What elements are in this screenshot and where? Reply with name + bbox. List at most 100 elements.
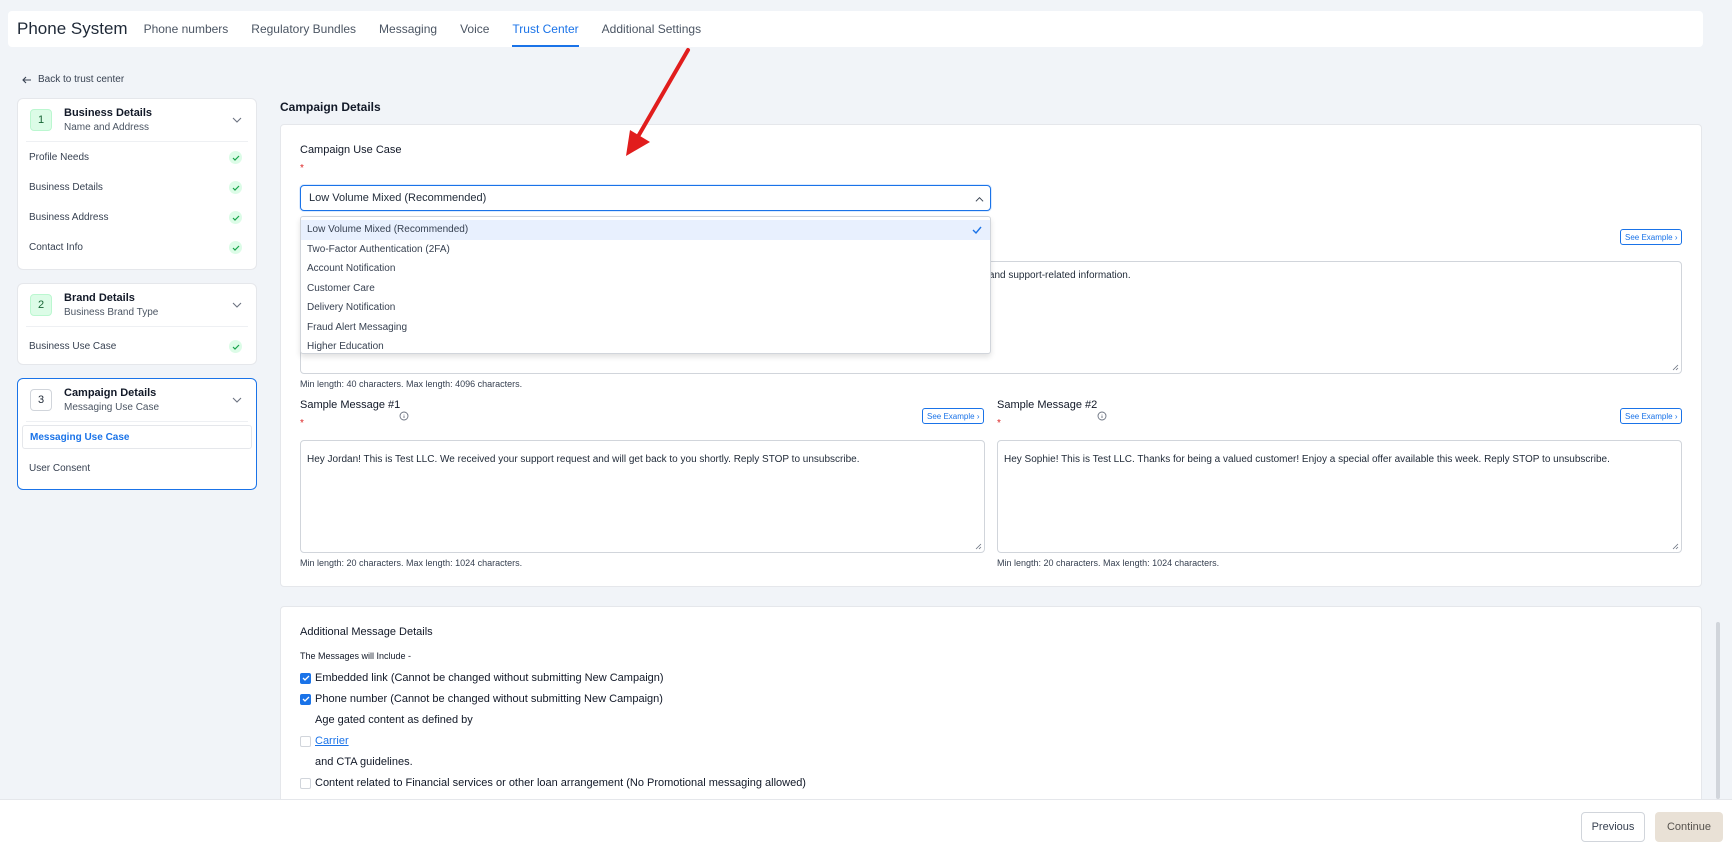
chevron-down-icon xyxy=(232,117,242,123)
see-example-button-sample-2[interactable]: See Example › xyxy=(1620,408,1683,424)
step-item-user-consent[interactable]: User Consent xyxy=(18,453,256,483)
age-gated-text: Age gated content as defined by xyxy=(315,714,473,726)
carrier-link[interactable]: Carrier xyxy=(315,735,349,747)
arrow-left-icon xyxy=(22,76,31,83)
embedded-link-checkbox[interactable] xyxy=(300,672,311,684)
step-card-business-details: 1 Business Details Name and Address Prof… xyxy=(17,98,257,270)
financial-row: Content related to Financial services or… xyxy=(300,777,806,789)
see-example-button-sample-1[interactable]: See Example › xyxy=(922,408,985,424)
tab-messaging[interactable]: Messaging xyxy=(379,11,437,47)
dropdown-option[interactable]: Fraud Alert Messaging xyxy=(301,318,990,338)
dropdown-option[interactable]: Higher Education xyxy=(301,337,990,357)
step-title: Brand Details xyxy=(64,292,135,304)
step-header-brand-details[interactable]: 2 Brand Details Business Brand Type xyxy=(18,284,256,326)
see-example-button-description[interactable]: See Example › xyxy=(1620,229,1683,245)
app-title: Phone System xyxy=(17,19,128,38)
step-item-label: Business Address xyxy=(29,211,109,223)
step-item-business-address[interactable]: Business Address xyxy=(18,202,256,232)
embedded-link-row: Embedded link (Cannot be changed without… xyxy=(300,672,664,684)
campaign-use-case-label: Campaign Use Case xyxy=(300,144,402,156)
step-title: Campaign Details xyxy=(64,387,157,399)
back-to-trust-center-link[interactable]: Back to trust center xyxy=(22,74,124,85)
sample-message-1-label: Sample Message #1 xyxy=(300,399,401,411)
step-card-campaign-details: 3 Campaign Details Messaging Use Case Me… xyxy=(17,378,257,490)
sample-message-1-text: Hey Jordan! This is Test LLC. We receive… xyxy=(307,454,860,465)
tab-phone-numbers[interactable]: Phone numbers xyxy=(144,11,229,47)
financial-label: Content related to Financial services or… xyxy=(315,777,806,789)
check-circle-icon xyxy=(229,181,242,194)
see-example-label: See Example xyxy=(1625,411,1673,421)
check-icon xyxy=(972,226,982,235)
see-example-label: See Example xyxy=(1625,232,1673,242)
cta-guidelines-text: and CTA guidelines. xyxy=(315,756,413,768)
info-icon xyxy=(1097,411,1107,421)
chevron-down-icon xyxy=(232,397,242,403)
required-mark: * xyxy=(997,418,1001,429)
sample-message-2-text: Hey Sophie! This is Test LLC. Thanks for… xyxy=(1004,454,1610,465)
financial-checkbox[interactable] xyxy=(300,777,311,789)
step-item-label: Business Details xyxy=(29,181,103,193)
step-item-business-details[interactable]: Business Details xyxy=(18,172,256,202)
check-circle-icon xyxy=(229,340,242,353)
phone-number-checkbox[interactable] xyxy=(300,693,311,705)
step-subtitle: Business Brand Type xyxy=(64,307,159,318)
resize-grip-icon xyxy=(975,543,982,550)
step-number: 2 xyxy=(30,294,52,316)
dropdown-option[interactable]: Account Notification xyxy=(301,259,990,279)
section-title: Campaign Details xyxy=(280,100,381,114)
sample-message-1-hint: Min length: 20 characters. Max length: 1… xyxy=(300,558,523,568)
step-number: 1 xyxy=(30,109,52,131)
tab-regulatory-bundles[interactable]: Regulatory Bundles xyxy=(251,11,356,47)
tab-trust-center[interactable]: Trust Center xyxy=(512,11,579,47)
see-example-label: See Example xyxy=(927,411,975,421)
step-item-profile-needs[interactable]: Profile Needs xyxy=(18,142,256,172)
step-header-campaign-details[interactable]: 3 Campaign Details Messaging Use Case xyxy=(18,379,256,421)
step-item-label: Business Use Case xyxy=(29,340,117,352)
previous-button[interactable]: Previous xyxy=(1581,812,1645,842)
tab-voice[interactable]: Voice xyxy=(460,11,489,47)
dropdown-option[interactable]: Low Volume Mixed (Recommended) xyxy=(301,220,990,240)
dropdown-option[interactable]: Customer Care xyxy=(301,279,990,299)
dropdown-option[interactable]: Delivery Notification xyxy=(301,298,990,318)
age-gated-checkbox[interactable] xyxy=(300,735,311,747)
step-item-business-use-case[interactable]: Business Use Case xyxy=(18,331,256,361)
embedded-link-label: Embedded link (Cannot be changed without… xyxy=(315,672,664,684)
phone-number-label: Phone number (Cannot be changed without … xyxy=(315,693,663,705)
step-item-contact-info[interactable]: Contact Info xyxy=(18,232,256,262)
continue-button[interactable]: Continue xyxy=(1655,812,1723,842)
footer-bar xyxy=(0,799,1732,852)
messages-include-intro: The Messages will Include - xyxy=(300,651,412,661)
additional-details-title: Additional Message Details xyxy=(300,626,433,638)
required-mark: * xyxy=(300,163,304,174)
phone-number-row: Phone number (Cannot be changed without … xyxy=(300,693,663,705)
annotation-arrow-icon xyxy=(626,48,690,156)
back-link-label: Back to trust center xyxy=(38,74,125,85)
top-nav: Phone System Phone numbers Regulatory Bu… xyxy=(8,11,1703,47)
resize-grip-icon xyxy=(1672,543,1679,550)
required-mark: * xyxy=(300,418,304,429)
use-case-dropdown-menu: Low Volume Mixed (Recommended) Two-Facto… xyxy=(300,216,991,354)
info-icon xyxy=(399,411,409,421)
step-subtitle: Name and Address xyxy=(64,122,150,133)
check-circle-icon xyxy=(229,151,242,164)
step-title: Business Details xyxy=(64,107,153,119)
step-header-business-details[interactable]: 1 Business Details Name and Address xyxy=(18,99,256,141)
check-circle-icon xyxy=(229,211,242,224)
sample-message-1-textarea[interactable]: Hey Jordan! This is Test LLC. We receive… xyxy=(300,440,985,553)
dropdown-option[interactable]: Two-Factor Authentication (2FA) xyxy=(301,240,990,260)
chevron-up-icon xyxy=(975,196,984,202)
resize-grip-icon xyxy=(1672,364,1679,371)
option-label: Low Volume Mixed (Recommended) xyxy=(307,224,469,236)
chevron-down-icon xyxy=(232,302,242,308)
sample-message-2-textarea[interactable]: Hey Sophie! This is Test LLC. Thanks for… xyxy=(997,440,1682,553)
step-subtitle: Messaging Use Case xyxy=(64,402,160,413)
age-gated-row: Carrier xyxy=(300,735,349,747)
page-scrollbar[interactable] xyxy=(1716,622,1720,799)
step-card-brand-details: 2 Brand Details Business Brand Type Busi… xyxy=(17,283,257,365)
campaign-use-case-select[interactable]: Low Volume Mixed (Recommended) xyxy=(300,185,991,211)
step-number: 3 xyxy=(30,389,52,411)
step-item-messaging-use-case[interactable]: Messaging Use Case xyxy=(22,425,252,449)
step-item-label: Profile Needs xyxy=(29,151,90,163)
sample-message-2-label: Sample Message #2 xyxy=(997,399,1098,411)
description-hint: Min length: 40 characters. Max length: 4… xyxy=(300,379,523,389)
